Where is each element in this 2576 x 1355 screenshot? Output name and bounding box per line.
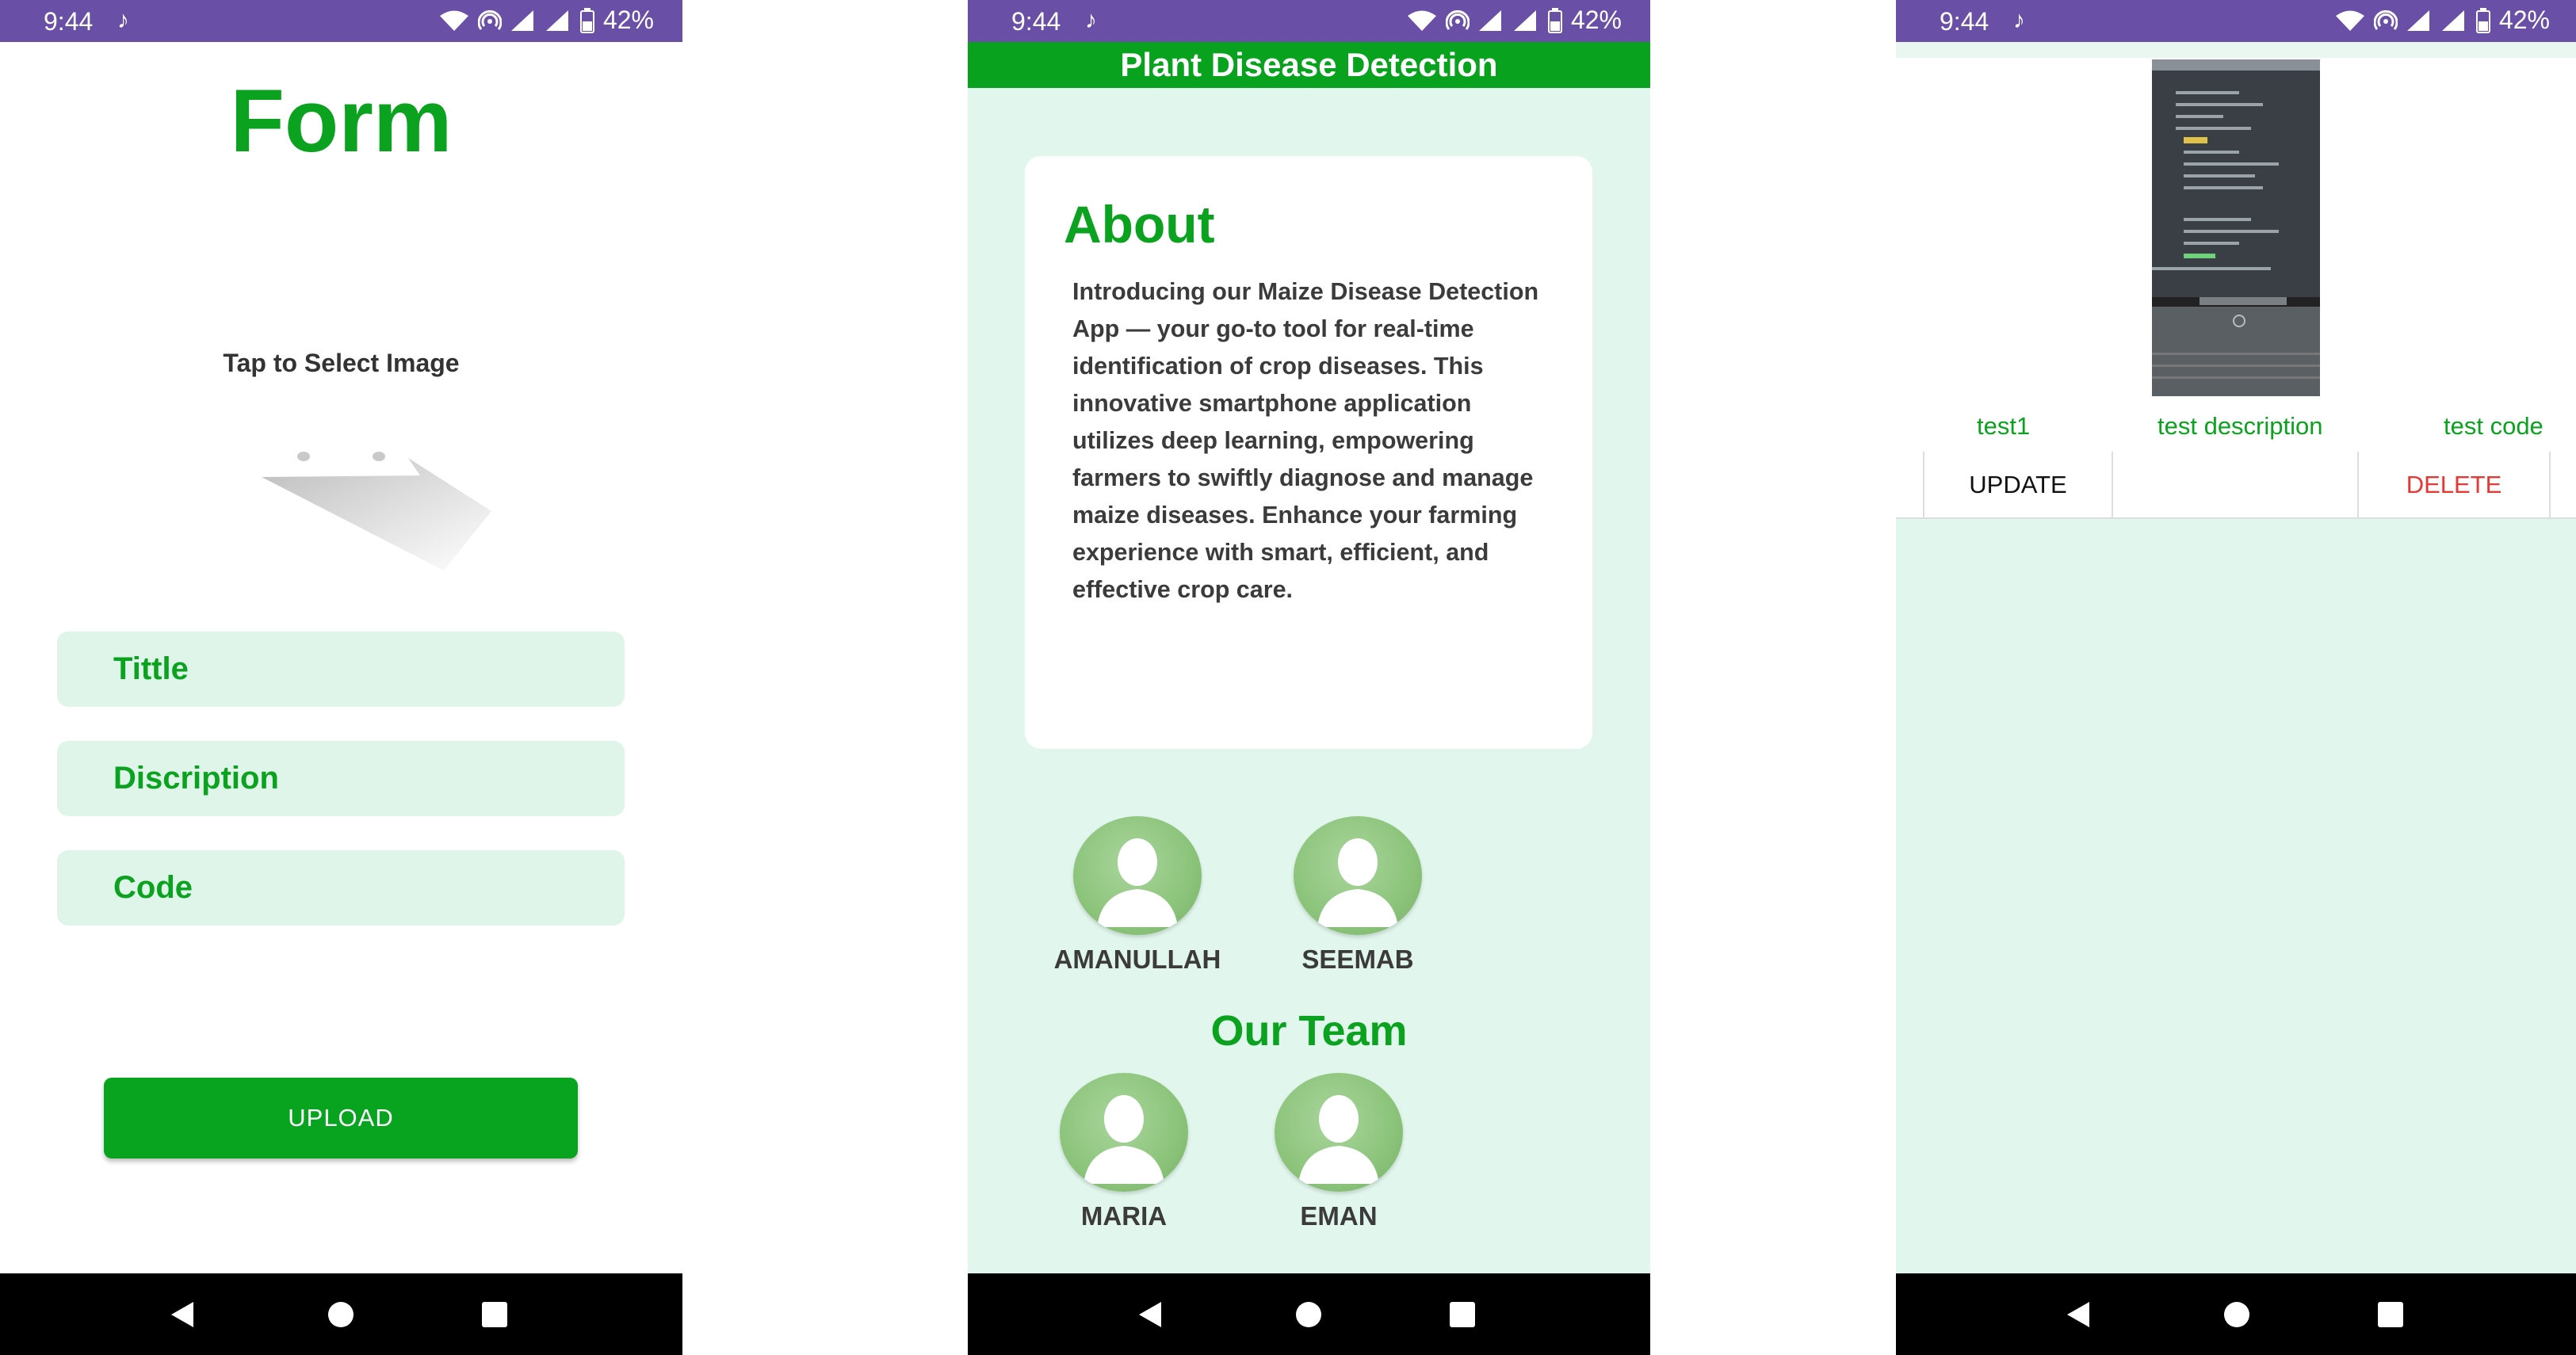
team-member: MARIA — [1029, 1073, 1219, 1231]
nav-bar — [1896, 1273, 2576, 1355]
divider — [2549, 452, 2551, 517]
home-icon[interactable] — [1277, 1273, 1340, 1355]
item-code: test code — [2444, 412, 2544, 440]
back-icon[interactable] — [2047, 1273, 2110, 1355]
hotspot-icon — [2373, 10, 2398, 30]
team-member: EMAN — [1244, 1073, 1434, 1231]
signal-icon — [510, 10, 533, 31]
about-text: Introducing our Maize Disease Detection … — [1072, 278, 1539, 603]
signal-icon — [2441, 10, 2464, 31]
title-field[interactable]: Tittle — [57, 632, 625, 707]
upload-button[interactable]: UPLOAD — [104, 1078, 578, 1158]
item-actions: UPDATE DELETE — [1896, 452, 2576, 519]
battery-icon — [2475, 7, 2490, 33]
team-title: Our Team — [1210, 1007, 1408, 1055]
hotspot-icon — [477, 10, 502, 30]
image-placeholder-icon[interactable] — [254, 444, 507, 578]
recents-icon[interactable] — [463, 1273, 526, 1355]
hotspot-icon — [1445, 10, 1470, 30]
form-title: Form — [230, 71, 453, 170]
list-top-strip — [1896, 42, 2576, 58]
description-field[interactable]: Discription — [57, 741, 625, 816]
about-title: About — [1064, 195, 1215, 254]
select-image-label[interactable]: Tap to Select Image — [0, 349, 682, 378]
item-image — [2152, 59, 2320, 396]
list-screen: 9:44 ♪ 42% test1 test description test c… — [1896, 0, 2576, 1355]
avatar-icon — [1060, 1073, 1188, 1192]
signal-icon — [2406, 10, 2429, 31]
app-bar-title: Plant Disease Detection — [968, 42, 1650, 88]
form-screen: 9:44 ♪ 42% Form Tap to Select Image Titt… — [0, 0, 682, 1355]
divider — [2112, 452, 2113, 517]
battery-icon — [1547, 7, 1562, 33]
recents-icon[interactable] — [2359, 1273, 2422, 1355]
status-icons: 42% — [2334, 6, 2550, 35]
status-icons: 42% — [438, 6, 654, 35]
status-time: 9:44 — [1940, 7, 1989, 36]
status-bar: 9:44 ♪ 42% — [1896, 0, 2576, 42]
member-name: SEEMAB — [1301, 945, 1414, 974]
wifi-icon — [1407, 10, 1436, 31]
battery-icon — [579, 7, 594, 33]
status-bar: 9:44 ♪ 42% — [968, 0, 1650, 42]
back-icon[interactable] — [151, 1273, 214, 1355]
member-name: MARIA — [1080, 1201, 1168, 1231]
team-member: SEEMAB — [1263, 816, 1453, 975]
status-time: 9:44 — [44, 7, 94, 36]
home-icon[interactable] — [2205, 1273, 2268, 1355]
tiktok-icon: ♪ — [117, 7, 129, 33]
avatar-icon — [1073, 816, 1202, 935]
wifi-icon — [439, 10, 468, 31]
back-icon[interactable] — [1118, 1273, 1182, 1355]
update-button[interactable]: UPDATE — [1924, 452, 2112, 517]
battery-percent: 42% — [1570, 6, 1622, 34]
battery-percent: 42% — [2498, 6, 2550, 34]
signal-icon — [1513, 10, 1536, 31]
signal-icon — [545, 10, 568, 31]
item-description: test description — [2157, 412, 2323, 440]
status-icons: 42% — [1406, 6, 1622, 35]
signal-icon — [1478, 10, 1501, 31]
team-member: AMANULLAH — [1042, 816, 1233, 975]
member-name: EMAN — [1300, 1201, 1378, 1231]
wifi-icon — [2335, 10, 2364, 31]
home-icon[interactable] — [309, 1273, 373, 1355]
avatar-icon — [1294, 816, 1422, 935]
tiktok-icon: ♪ — [1085, 7, 1097, 33]
status-time: 9:44 — [1011, 7, 1061, 36]
tiktok-icon: ♪ — [2013, 7, 2025, 33]
recents-icon[interactable] — [1431, 1273, 1494, 1355]
item-title: test1 — [1977, 412, 2031, 440]
battery-percent: 42% — [602, 6, 654, 34]
code-field[interactable]: Code — [57, 850, 625, 926]
about-screen: 9:44 ♪ 42% Plant Disease Detection About… — [968, 0, 1650, 1355]
status-bar: 9:44 ♪ 42% — [0, 0, 682, 42]
nav-bar — [0, 1273, 682, 1355]
avatar-icon — [1275, 1073, 1403, 1192]
member-name: AMANULLAH — [1053, 945, 1221, 974]
nav-bar — [968, 1273, 1650, 1355]
list-background — [1896, 517, 2576, 1273]
delete-button[interactable]: DELETE — [2359, 452, 2549, 517]
